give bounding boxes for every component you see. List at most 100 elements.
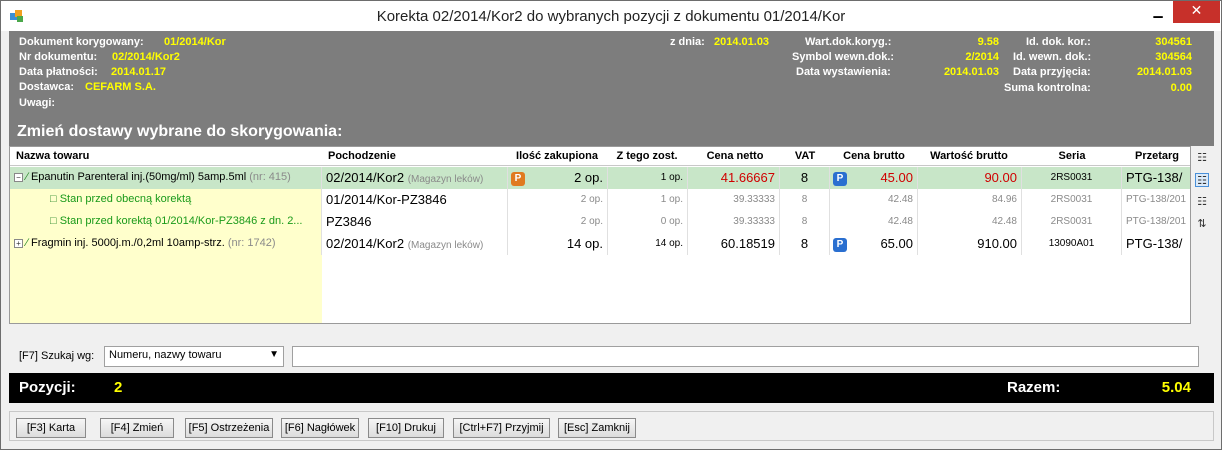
z-dnia-value: 2014.01.03: [714, 36, 770, 48]
col-vat[interactable]: VAT: [780, 150, 830, 162]
col-ilosc[interactable]: Ilość zakupiona: [508, 150, 606, 162]
search-mode-value: Numeru, nazwy towaru: [109, 349, 222, 361]
dok-koryg-label: Dokument korygowany:: [19, 36, 144, 48]
data-przyj-value: 2014.01.03: [1136, 66, 1192, 78]
ampoule-icon: ∕: [26, 171, 28, 183]
przetarg: PTG-138/201: [1122, 211, 1190, 233]
wartosc: 42.48: [918, 211, 1022, 233]
id-wewn-value: 304564: [1155, 51, 1192, 63]
data-wyst-label: Data wystawienia:: [796, 66, 891, 78]
button-bar: [F3] Karta [F4] Zmień [F5] Ostrzeżenia […: [9, 411, 1214, 441]
col-wartosc[interactable]: Wartość brutto: [918, 150, 1020, 162]
dostawca-label: Dostawca:: [19, 81, 75, 93]
search-mode-select[interactable]: Numeru, nazwy towaru ▼: [104, 346, 284, 367]
qty: 2 op.: [574, 170, 603, 185]
minimize-button[interactable]: ▁: [1143, 1, 1173, 23]
brutto: 45.00: [880, 170, 913, 185]
p-blue-icon: P: [833, 171, 847, 186]
przetarg: PTG-138/201: [1122, 189, 1190, 211]
col-przetarg[interactable]: Przetarg: [1122, 150, 1190, 162]
horizontal-scrollbar[interactable]: ◀ ▶: [11, 323, 1191, 324]
wartosc: 84.96: [918, 189, 1022, 211]
collapse-icon[interactable]: −: [14, 172, 23, 182]
pozycji-label: Pozycji:: [19, 379, 76, 396]
col-pochodzenie[interactable]: Pochodzenie: [328, 150, 448, 162]
zamknij-button[interactable]: [Esc] Zamknij: [558, 418, 636, 438]
product-nr: (nr: 415): [249, 171, 291, 183]
origin: 02/2014/Kor2: [326, 170, 405, 185]
netto: 41.66667: [688, 167, 780, 189]
product-name: Fragmin inj. 5000j.m./0,2ml 10amp-strz.: [30, 237, 225, 249]
title-bar: Korekta 02/2014/Kor2 do wybranych pozycj…: [1, 1, 1221, 31]
p-orange-icon: P: [511, 171, 525, 186]
search-bar: [F7] Szukaj wg: Numeru, nazwy towaru ▼: [9, 346, 1214, 368]
window-title: Korekta 02/2014/Kor2 do wybranych pozycj…: [376, 8, 846, 25]
z-dnia-label: z dnia:: [670, 36, 705, 48]
symbol-label: Symbol wewn.dok.:: [792, 51, 895, 63]
close-button[interactable]: ✕: [1173, 1, 1220, 23]
zmien-button[interactable]: [F4] Zmień: [100, 418, 174, 438]
vat: 8: [780, 211, 830, 233]
naglowek-button[interactable]: [F6] Nagłówek: [281, 418, 359, 438]
vat: 8: [780, 189, 830, 211]
table-row[interactable]: − ∕ Epanutin Parenteral inj.(50mg/ml) 5a…: [10, 167, 1190, 189]
table-row[interactable]: + ∕ Fragmin inj. 5000j.m./0,2ml 10amp-st…: [10, 233, 1190, 255]
data-wyst-value: 2014.01.03: [943, 66, 999, 78]
table-row[interactable]: □ Stan przed korektą 01/2014/Kor-PZ3846 …: [10, 211, 1190, 233]
rest: 0 op.: [608, 211, 688, 233]
product-name: Epanutin Parenteral inj.(50mg/ml) 5amp.5…: [30, 171, 247, 183]
symbol-value: 2/2014: [965, 51, 999, 63]
seria: 2RS0031: [1022, 211, 1122, 233]
scroll-right-icon[interactable]: ▶: [1181, 323, 1188, 324]
seria: 2RS0031: [1022, 189, 1122, 211]
data-platnosci-label: Data płatności:: [19, 66, 98, 78]
brutto: 65.00: [880, 236, 913, 251]
karta-button[interactable]: [F3] Karta: [16, 418, 86, 438]
rest: 14 op.: [608, 233, 688, 255]
netto: 39.33333: [688, 211, 780, 233]
seria: 2RS0031: [1022, 167, 1122, 189]
wart-value: 9.58: [977, 36, 999, 48]
vat: 8: [780, 233, 830, 255]
id-kor-label: Id. dok. kor.:: [1026, 36, 1091, 48]
razem-value: 5.04: [1161, 379, 1191, 396]
ostrzezenia-button[interactable]: [F5] Ostrzeżenia: [185, 418, 273, 438]
tree-expand-icon[interactable]: ☷: [1195, 151, 1209, 165]
suma-value: 0.00: [1170, 82, 1192, 94]
data-platnosci-value: 2014.01.17: [111, 66, 167, 78]
scroll-left-icon[interactable]: ◀: [14, 323, 21, 324]
origin: PZ3846: [322, 211, 508, 233]
tree-view-icon[interactable]: ☷: [1195, 173, 1209, 187]
col-zost[interactable]: Z tego zost.: [608, 150, 686, 162]
nr-dok-value: 02/2014/Kor2: [112, 51, 180, 63]
vat: 8: [780, 167, 830, 189]
history-label: Stan przed korektą 01/2014/Kor-PZ3846 z …: [59, 215, 303, 227]
main-window: Korekta 02/2014/Kor2 do wybranych pozycj…: [0, 0, 1222, 450]
przetarg: PTG-138/: [1122, 233, 1190, 255]
rest: 1 op.: [608, 167, 688, 189]
totals-bar: Pozycji: 2 Razem: 5.04: [9, 373, 1214, 403]
pozycji-value: 2: [114, 379, 123, 396]
origin: 01/2014/Kor-PZ3846: [322, 189, 508, 211]
drukuj-button[interactable]: [F10] Drukuj: [368, 418, 444, 438]
qty: 2 op.: [508, 211, 608, 233]
przyjmij-button[interactable]: [Ctrl+F7] Przyjmij: [453, 418, 550, 438]
suma-label: Suma kontrolna:: [1004, 82, 1091, 94]
wartosc: 90.00: [918, 167, 1022, 189]
search-input[interactable]: [292, 346, 1199, 367]
positions-grid: Nazwa towaru Pochodzenie Ilość zakupiona…: [9, 146, 1191, 324]
seria: 13090A01: [1022, 233, 1122, 255]
document-icon: □: [50, 215, 57, 227]
grid-side-toolbar: ☷ ☷ ☷ ⇅: [1191, 146, 1215, 246]
col-nazwa[interactable]: Nazwa towaru: [16, 150, 136, 162]
col-brutto[interactable]: Cena brutto: [830, 150, 918, 162]
origin-note: (Magazyn leków): [407, 174, 484, 185]
table-row[interactable]: □ Stan przed obecną korektą 01/2014/Kor-…: [10, 189, 1190, 211]
sort-icon[interactable]: ⇅: [1195, 217, 1209, 231]
tree-collapse-icon[interactable]: ☷: [1195, 195, 1209, 209]
col-seria[interactable]: Seria: [1022, 150, 1122, 162]
expand-icon[interactable]: +: [14, 238, 23, 248]
section-heading: Zmień dostawy wybrane do skorygowania:: [17, 123, 343, 140]
col-netto[interactable]: Cena netto: [690, 150, 780, 162]
dostawca-value: CEFARM S.A.: [85, 81, 156, 93]
